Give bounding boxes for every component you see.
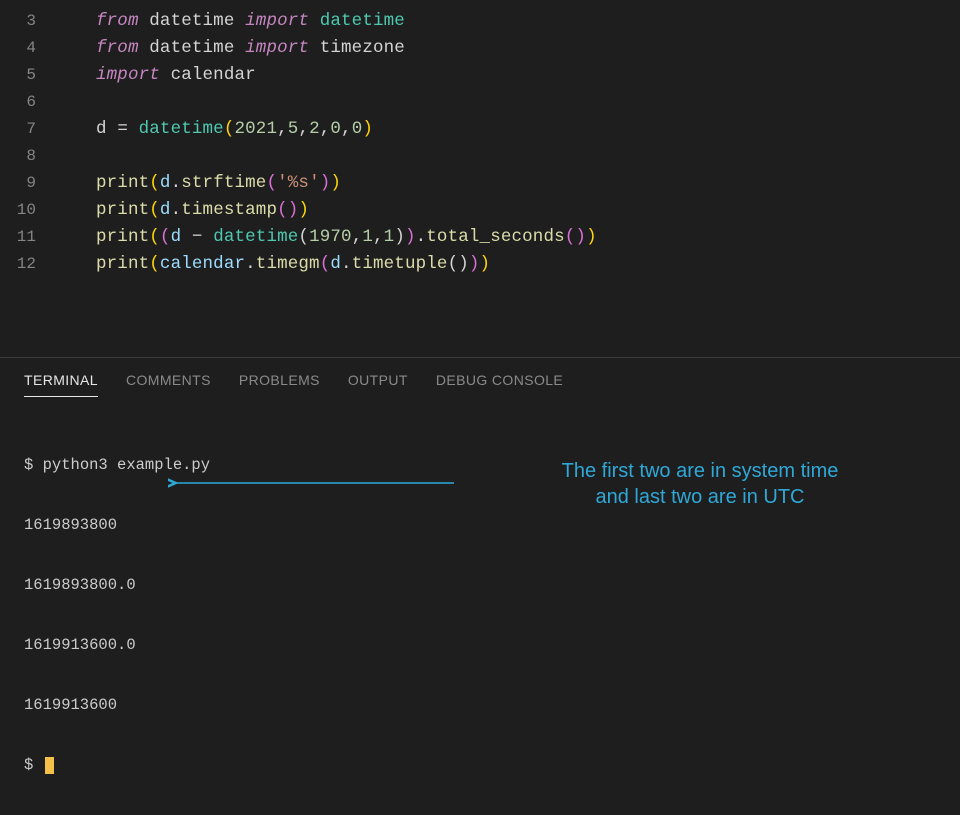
terminal-output-line: 1619913600.0	[24, 635, 936, 655]
terminal-prompt-line: $	[24, 755, 936, 775]
line-number: 8	[0, 143, 64, 170]
line-number: 9	[0, 170, 64, 197]
panel-tab-output[interactable]: OUTPUT	[348, 372, 408, 397]
panel-tab-problems[interactable]: PROBLEMS	[239, 372, 320, 397]
code-content[interactable]: print(calendar.timegm(d.timetuple()))	[64, 251, 490, 278]
panel-tab-terminal[interactable]: TERMINAL	[24, 372, 98, 397]
code-content[interactable]: from datetime import timezone	[64, 35, 405, 62]
code-content[interactable]: print(d.timestamp())	[64, 197, 309, 224]
code-line[interactable]: 5import calendar	[0, 62, 960, 89]
line-number: 6	[0, 89, 64, 116]
annotation-text: The first two are in system time and las…	[470, 458, 930, 510]
code-line[interactable]: 10print(d.timestamp())	[0, 197, 960, 224]
line-number: 10	[0, 197, 64, 224]
panel-tab-debug-console[interactable]: DEBUG CONSOLE	[436, 372, 563, 397]
code-content[interactable]: d = datetime(2021,5,2,0,0)	[64, 116, 373, 143]
line-number: 7	[0, 116, 64, 143]
line-number: 3	[0, 8, 64, 35]
code-line[interactable]: 9print(d.strftime('%s'))	[0, 170, 960, 197]
code-content[interactable]: print((d − datetime(1970,1,1)).total_sec…	[64, 224, 597, 251]
code-line[interactable]: 4from datetime import timezone	[0, 35, 960, 62]
code-line[interactable]: 7d = datetime(2021,5,2,0,0)	[0, 116, 960, 143]
line-number: 4	[0, 35, 64, 62]
terminal-output-line: 1619893800.0	[24, 575, 936, 595]
terminal-cursor	[45, 757, 54, 774]
code-line[interactable]: 3from datetime import datetime	[0, 8, 960, 35]
panel-tab-comments[interactable]: COMMENTS	[126, 372, 211, 397]
code-line[interactable]: 8	[0, 143, 960, 170]
line-number: 11	[0, 224, 64, 251]
line-number: 12	[0, 251, 64, 278]
terminal-output-line: 1619893800	[24, 515, 936, 535]
code-content[interactable]: import calendar	[64, 62, 256, 89]
panel-tab-bar: TERMINAL COMMENTS PROBLEMS OUTPUT DEBUG CONS…	[0, 358, 960, 397]
code-line[interactable]: 12print(calendar.timegm(d.timetuple()))	[0, 251, 960, 278]
code-content[interactable]: print(d.strftime('%s'))	[64, 170, 341, 197]
line-number: 5	[0, 62, 64, 89]
code-line[interactable]: 6	[0, 89, 960, 116]
code-content[interactable]: from datetime import datetime	[64, 8, 405, 35]
code-editor[interactable]: 3from datetime import datetime4from date…	[0, 0, 960, 278]
terminal-output-line: 1619913600	[24, 695, 936, 715]
code-line[interactable]: 11print((d − datetime(1970,1,1)).total_s…	[0, 224, 960, 251]
